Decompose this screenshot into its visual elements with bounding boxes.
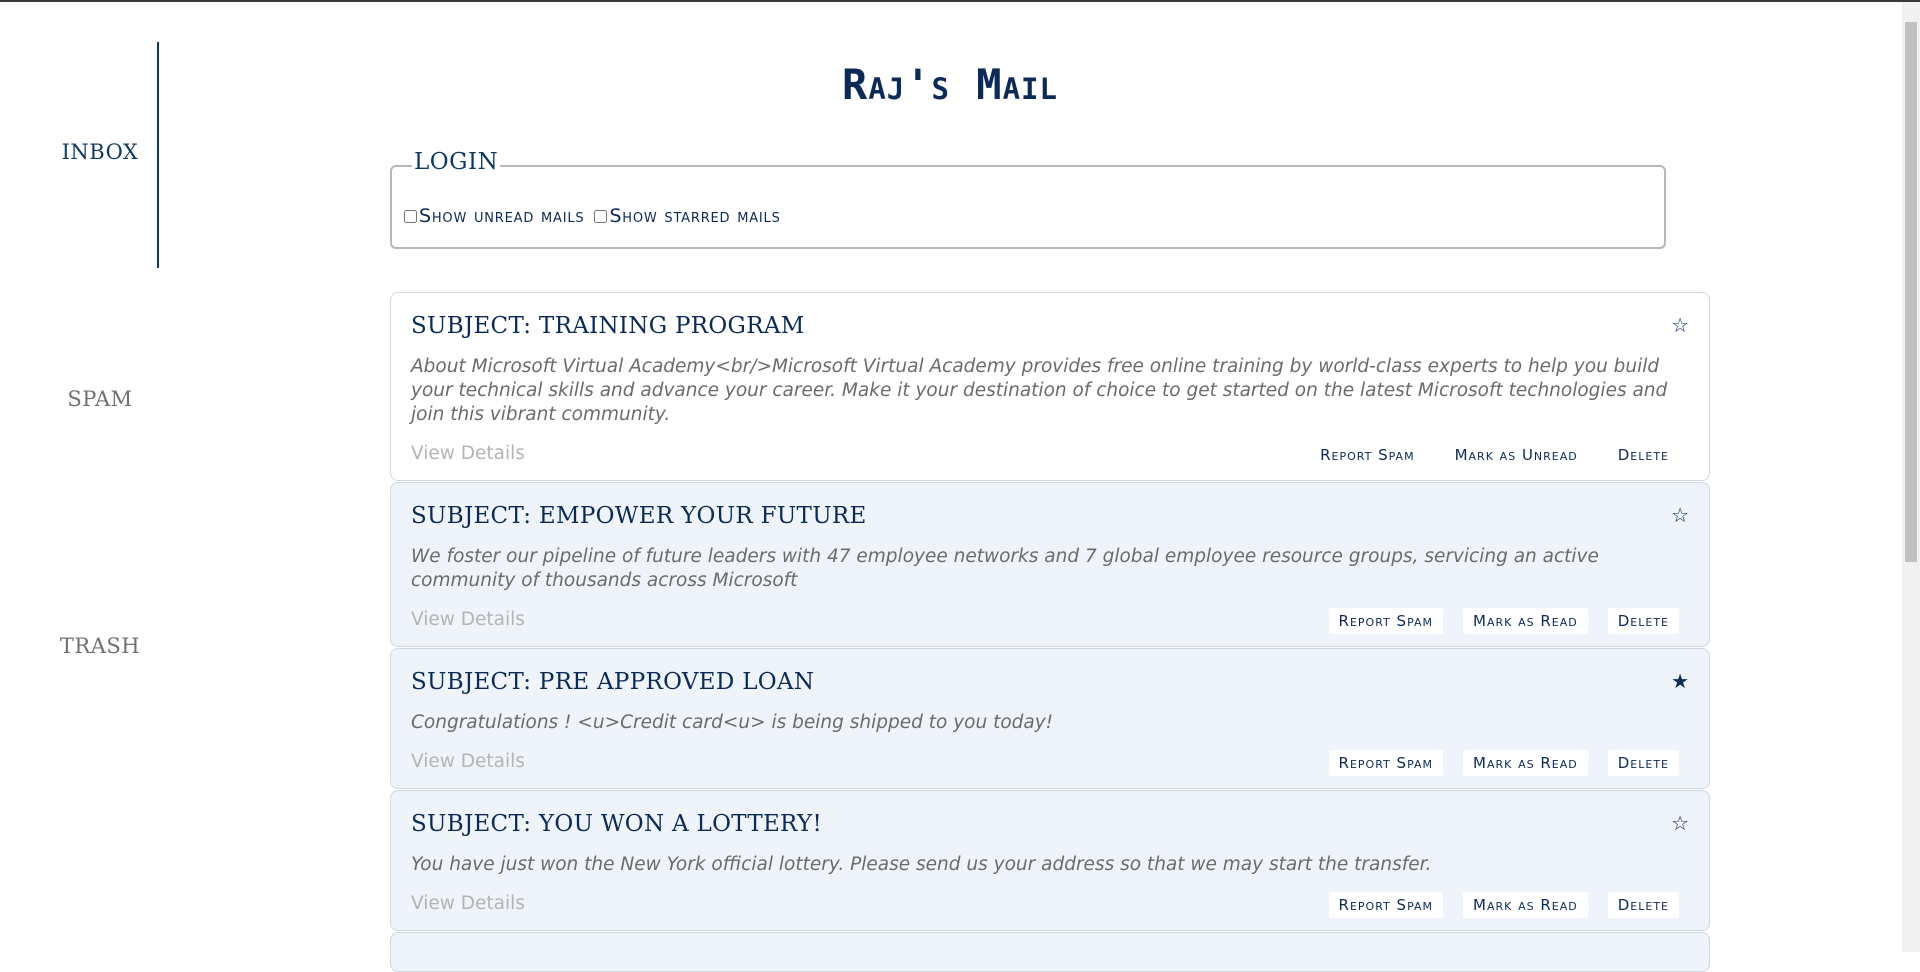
star-outline-icon[interactable]: ☆ [1671,811,1689,835]
mail-body: About Microsoft Virtual Academy<br/>Micr… [411,356,1668,425]
star-outline-icon[interactable]: ☆ [1671,503,1689,527]
delete-button[interactable]: Delete [1607,892,1679,918]
mail-actions: Report Spam Mark as Read Delete [1328,608,1679,634]
mail-card[interactable]: SUBJECT: PRE APPROVED LOAN ★ Congratulat… [390,648,1710,789]
report-spam-button[interactable]: Report Spam [1310,442,1424,468]
sidebar-item-inbox[interactable]: INBOX [0,140,200,164]
mail-card[interactable]: SUBJECT: YOU WON A LOTTERY! ☆ You have j… [390,790,1710,931]
filter-row: Show unread mails Show starred mails [404,205,791,227]
report-spam-button[interactable]: Report Spam [1328,750,1444,776]
show-starred-label: Show starred mails [609,205,781,227]
mail-body: We foster our pipeline of future leaders… [411,546,1599,591]
page-scrollbar[interactable] [1902,2,1920,952]
mail-body: Congratulations ! <u>Credit card<u> is b… [411,712,1054,733]
mail-actions: Report Spam Mark as Read Delete [1328,892,1679,918]
mail-subject: SUBJECT: PRE APPROVED LOAN [411,669,815,695]
mark-read-button[interactable]: Mark as Read [1463,608,1588,634]
delete-button[interactable]: Delete [1608,442,1679,468]
mail-body: You have just won the New York official … [411,854,1432,875]
mark-read-button[interactable]: Mark as Read [1463,750,1588,776]
mail-card[interactable]: SUBJECT: EMPOWER YOUR FUTURE ☆ We foster… [390,482,1710,647]
show-starred-filter[interactable]: Show starred mails [594,205,780,227]
delete-button[interactable]: Delete [1607,608,1679,634]
report-spam-button[interactable]: Report Spam [1328,892,1444,918]
filter-fieldset: LOGIN Show unread mails Show starred mai… [390,149,1666,249]
report-spam-button[interactable]: Report Spam [1328,608,1444,634]
sidebar-item-trash[interactable]: TRASH [0,634,200,658]
mail-card[interactable]: SUBJECT: TRAINING PROGRAM ☆ About Micros… [390,292,1710,481]
mark-unread-button[interactable]: Mark as Unread [1445,442,1588,468]
mail-card-partial[interactable] [390,932,1710,972]
filter-legend: LOGIN [412,149,501,175]
show-unread-filter[interactable]: Show unread mails [404,205,584,227]
star-outline-icon[interactable]: ☆ [1671,313,1689,337]
mail-subject: SUBJECT: TRAINING PROGRAM [411,313,805,339]
mail-actions: Report Spam Mark as Read Delete [1328,750,1679,776]
star-filled-icon[interactable]: ★ [1671,669,1689,693]
delete-button[interactable]: Delete [1607,750,1679,776]
mail-subject: SUBJECT: EMPOWER YOUR FUTURE [411,503,867,529]
mail-actions: Report Spam Mark as Unread Delete [1310,442,1679,468]
window-top-border [0,0,1920,2]
mail-subject: SUBJECT: YOU WON A LOTTERY! [411,811,822,837]
sidebar-item-spam[interactable]: SPAM [0,387,200,411]
page-title: Raj's Mail [842,60,1058,109]
show-unread-checkbox[interactable] [404,209,417,223]
view-details-link[interactable]: View Details [411,751,525,772]
view-details-link[interactable]: View Details [411,443,525,464]
view-details-link[interactable]: View Details [411,609,525,630]
scrollbar-thumb[interactable] [1905,22,1917,562]
view-details-link[interactable]: View Details [411,893,525,914]
show-starred-checkbox[interactable] [594,209,608,223]
show-unread-label: Show unread mails [419,205,585,227]
mark-read-button[interactable]: Mark as Read [1463,892,1588,918]
